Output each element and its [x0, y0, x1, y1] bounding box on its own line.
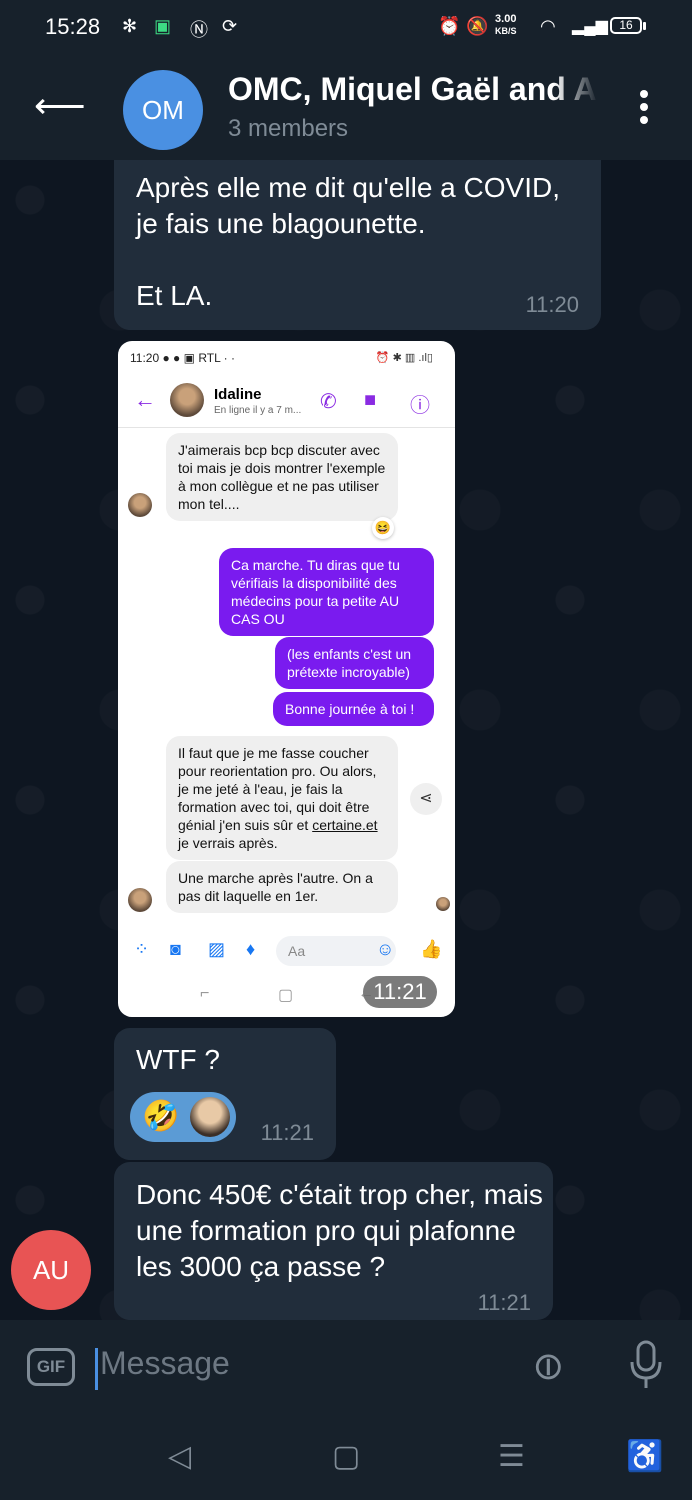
contact-status: En ligne il y a 7 m...	[214, 405, 302, 416]
slack-icon: ✻	[122, 16, 138, 36]
more-options-icon[interactable]	[640, 90, 652, 129]
member-count: 3 members	[228, 115, 349, 142]
message-text: WTF ?	[136, 1044, 220, 1075]
camera-icon: ◙	[170, 939, 181, 959]
messenger-composer: ⁘ ◙ ▨ ♦ Aa ☺ 👍	[118, 931, 455, 975]
screenshot-message: (les enfants c'est un prétexte incroyabl…	[275, 637, 434, 689]
status-time: 15:28	[45, 14, 101, 39]
message-text: Après elle me dit qu'elle a COVID, je fa…	[136, 172, 560, 311]
alarm-icon: ⏰	[438, 16, 461, 36]
accessibility-icon[interactable]: ♿	[626, 1439, 663, 1474]
nav-home-icon[interactable]: ▢	[332, 1439, 360, 1474]
screenshot-link: certaine.et	[312, 817, 378, 833]
mute-icon: 🔕	[466, 16, 489, 36]
nav-menu-icon[interactable]: ☰	[498, 1439, 525, 1474]
screenshot-message: Il faut que je me fasse coucher pour reo…	[166, 736, 398, 860]
back-arrow-icon[interactable]: ⟵	[34, 85, 86, 127]
message-input[interactable]: Message	[100, 1345, 230, 1382]
phone-icon: ✆	[320, 391, 337, 413]
message-text: Donc 450€ c'était trop cher, mais une fo…	[136, 1179, 543, 1282]
battery-saver-icon: ▣	[154, 16, 172, 36]
attach-icon[interactable]: ⊘	[521, 1339, 575, 1393]
network-speed: 3.00 KB/S	[495, 13, 517, 37]
wifi-icon: ◠	[540, 16, 556, 36]
text-cursor	[95, 1348, 98, 1390]
reaction-badge: 😆	[372, 517, 394, 539]
signal-icon: ▂▄▆	[572, 18, 608, 35]
messenger-back-icon: ←	[134, 387, 156, 412]
screenshot-message-suffix: je verrais après.	[178, 835, 278, 851]
message-time: 11:21	[363, 976, 437, 1008]
contact-small-avatar	[128, 888, 152, 912]
avatar-initials: OM	[142, 94, 184, 125]
sender-initials: AU	[32, 1254, 70, 1285]
video-icon: ■	[364, 389, 377, 411]
divider	[118, 427, 455, 428]
info-icon: ⓘ	[410, 395, 430, 417]
message-bubble[interactable]: Après elle me dit qu'elle a COVID, je fa…	[114, 160, 601, 330]
screenshot-message: Bonne journée à toi !	[273, 692, 434, 726]
nav-home-icon: ▢	[278, 987, 294, 1004]
nav-back-icon[interactable]: ◁	[168, 1439, 191, 1474]
system-nav-bar: ◁ ▢ ☰ ♿	[0, 1415, 692, 1500]
screenshot-status-icons: ⏰ ✱ ▥ .ıl▯	[375, 352, 433, 364]
rofl-emoji-icon: 🤣	[142, 1100, 180, 1133]
message-time: 11:20	[525, 292, 579, 317]
message-input-bar: GIF Message ⊘	[0, 1320, 692, 1415]
status-bar: 15:28 ✻ ▣ Ⓝ ⟳ ⏰ 🔕 3.00 KB/S ◠ ▂▄▆ 16	[0, 0, 692, 55]
contact-small-avatar	[128, 493, 152, 517]
screenshot-message: Une marche après l'autre. On a pas dit l…	[166, 861, 398, 913]
contact-avatar	[170, 383, 204, 417]
seen-avatar	[436, 897, 450, 911]
thumbs-up-icon: 👍	[420, 939, 443, 959]
nav-recent-icon: ⌐	[200, 985, 210, 1002]
screenshot-status-label: RTL	[198, 351, 221, 365]
chat-area[interactable]: Après elle me dit qu'elle a COVID, je fa…	[0, 160, 692, 1320]
sender-avatar[interactable]: AU	[11, 1230, 91, 1310]
gif-button[interactable]: GIF	[27, 1348, 75, 1386]
reaction-pill[interactable]: 🤣	[130, 1092, 236, 1142]
chat-title[interactable]: OMC, Miquel Gaël and A	[228, 71, 598, 108]
share-icon: ⋖	[410, 783, 442, 815]
message-time: 11:21	[260, 1120, 314, 1145]
reactor-avatar	[190, 1097, 230, 1137]
emoji-icon: ☺	[376, 939, 395, 959]
message-bubble[interactable]: WTF ? 🤣 11:21	[114, 1028, 336, 1160]
chat-header: ⟵ OM OMC, Miquel Gaël and A 3 members	[0, 55, 692, 160]
mic-icon: ♦	[246, 939, 256, 959]
speed-unit: KB/S	[495, 26, 517, 36]
message-bubble[interactable]: Donc 450€ c'était trop cher, mais une fo…	[114, 1162, 553, 1320]
microphone-icon[interactable]	[628, 1340, 664, 1390]
screenshot-message: Ca marche. Tu diras que tu vérifiais la …	[219, 548, 434, 636]
battery-indicator: 16	[610, 17, 646, 34]
screenshot-status-time: 11:20	[130, 351, 160, 365]
contact-name: Idaline	[214, 386, 262, 403]
gallery-icon: ▨	[208, 939, 226, 959]
screenshot-status: 11:20 ● ● ▣ RTL · ·	[130, 351, 235, 365]
apps-icon: ⁘	[134, 939, 150, 959]
message-time: 11:21	[477, 1290, 531, 1315]
speed-value: 3.00	[495, 13, 517, 25]
nfc-icon: Ⓝ	[190, 20, 208, 40]
sync-icon: ⟳	[222, 16, 238, 36]
screenshot-message: J'aimerais bcp bcp discuter avec toi mai…	[166, 433, 398, 521]
screenshot-image[interactable]: 11:20 ● ● ▣ RTL · · ⏰ ✱ ▥ .ıl▯ ← Idaline…	[118, 341, 455, 1017]
battery-level: 16	[619, 18, 633, 32]
group-avatar[interactable]: OM	[123, 70, 203, 150]
